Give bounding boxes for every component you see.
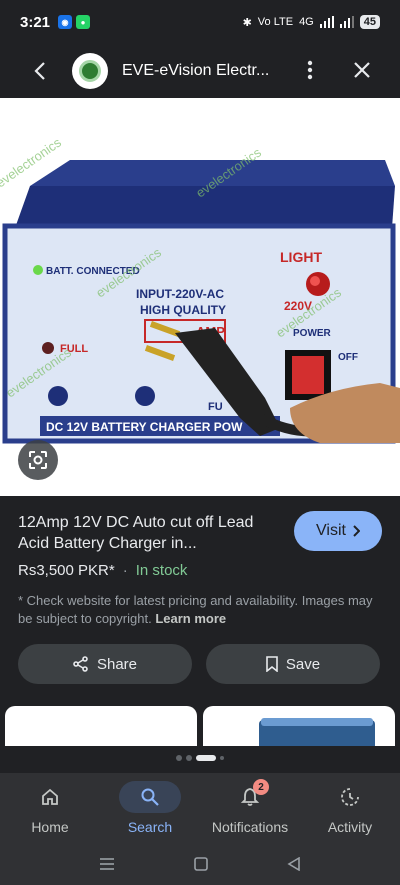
related-result-card[interactable] [203, 706, 395, 746]
product-image[interactable]: DC 12V BATTERY CHARGER POW BATT. CONNECT… [0, 98, 400, 496]
nav-home-label: Home [31, 819, 69, 835]
status-bar: 3:21 ◉ ● ✱ Vo LTE 4G 45 [0, 0, 400, 44]
close-icon [354, 62, 370, 78]
visit-label: Visit [316, 522, 346, 539]
nav-search-label: Search [127, 819, 173, 835]
status-indicators: ✱ Vo LTE 4G 45 [243, 15, 380, 29]
price-row: Rs3,500 PKR* · In stock [18, 562, 187, 579]
close-button[interactable] [344, 52, 380, 88]
panel-strip-text: DC 12V BATTERY CHARGER POW [46, 420, 243, 434]
panel-quality-label: HIGH QUALITY [140, 303, 226, 317]
disclaimer: * Check website for latest pricing and a… [18, 592, 382, 628]
price: Rs3,500 PKR* [18, 562, 115, 579]
activity-icon [341, 788, 359, 806]
panel-off-label: OFF [338, 352, 358, 363]
nav-activity[interactable]: Activity [300, 773, 400, 843]
bookmark-icon [266, 656, 278, 672]
page-indicator [0, 755, 400, 761]
network-label: 4G [299, 16, 314, 28]
learn-more-link[interactable]: Learn more [155, 611, 226, 626]
more-vert-icon [307, 60, 313, 80]
chat-notification-icon: ● [76, 15, 91, 29]
battery-indicator: 45 [359, 15, 380, 29]
chevron-right-icon [353, 525, 360, 537]
share-label: Share [96, 655, 138, 673]
signal-icon-2 [339, 16, 354, 28]
save-label: Save [285, 655, 321, 673]
nav-search[interactable]: Search [100, 773, 200, 843]
related-thumbnail-top [261, 718, 373, 726]
back-arrow-icon [34, 62, 45, 80]
nav-activity-label: Activity [327, 819, 373, 835]
stock-status: In stock [135, 562, 188, 579]
app-bar: EVE-eVision Electr... [0, 44, 400, 98]
status-time: 3:21 [20, 13, 51, 31]
lens-icon [29, 451, 47, 469]
back-button[interactable] [22, 53, 58, 89]
site-title: EVE-eVision Electr... [122, 62, 270, 79]
product-title[interactable]: 12Amp 12V DC Auto cut off Lead Acid Batt… [18, 512, 278, 554]
lens-button[interactable] [18, 440, 58, 480]
share-icon [73, 656, 88, 672]
save-button[interactable]: Save [206, 644, 380, 684]
home-square-icon[interactable] [194, 857, 208, 871]
volte-label: Vo LTE [257, 16, 294, 28]
panel-light-label: LIGHT [280, 249, 322, 265]
panel-power-label: POWER [293, 328, 332, 339]
bluetooth-icon: ✱ [242, 16, 252, 29]
share-button[interactable]: Share [18, 644, 192, 684]
notification-icons: ◉ ● [58, 15, 91, 29]
visit-button[interactable]: Visit [294, 511, 382, 551]
separator-dot: · [122, 562, 128, 579]
nav-notifications[interactable]: 2 Notifications [200, 773, 300, 843]
signal-icon [319, 16, 334, 28]
page-dot [176, 755, 182, 761]
app-notification-icon: ◉ [58, 15, 73, 29]
more-options-button[interactable] [292, 52, 328, 88]
page-dot-active [196, 755, 216, 761]
battery-charger-illustration: DC 12V BATTERY CHARGER POW BATT. CONNECT… [0, 134, 400, 444]
bottom-navigation: Home Search 2 Notifications Activity [0, 773, 400, 843]
back-triangle-icon[interactable] [287, 857, 301, 871]
panel-fu-label: FU [208, 401, 223, 413]
page-dot [186, 755, 192, 761]
search-icon [141, 788, 159, 806]
site-logo [72, 53, 108, 89]
notification-badge: 2 [253, 779, 269, 795]
panel-input-label: INPUT-220V-AC [136, 287, 224, 301]
nav-notifications-label: Notifications [211, 819, 289, 835]
recents-icon[interactable] [99, 857, 115, 871]
page-dot [220, 756, 224, 760]
related-result-card[interactable] [5, 706, 197, 746]
nav-home[interactable]: Home [0, 773, 100, 843]
system-navigation-bar [0, 843, 400, 885]
home-icon [42, 788, 58, 805]
